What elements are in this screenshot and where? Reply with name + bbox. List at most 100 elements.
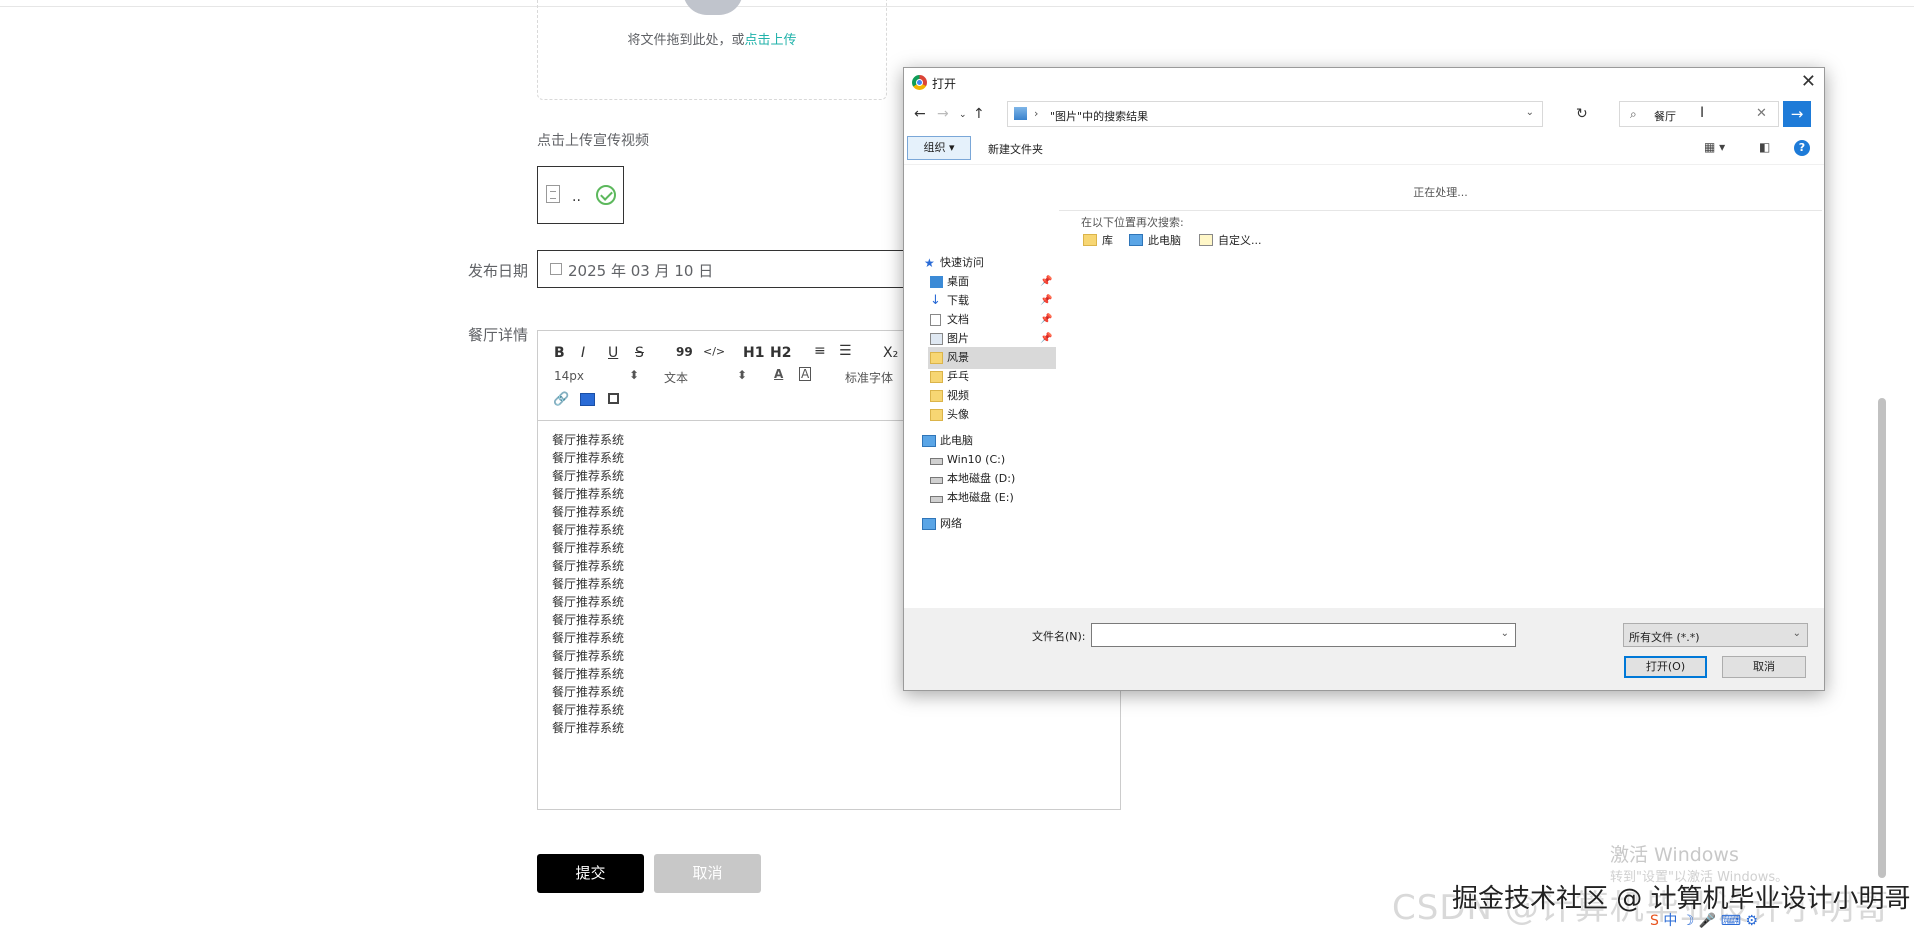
computer-icon bbox=[1129, 234, 1143, 246]
refresh-icon[interactable]: ↻ bbox=[1576, 106, 1588, 122]
desktop-icon bbox=[930, 276, 943, 288]
chevron-down-icon[interactable]: ⌄ bbox=[1501, 628, 1509, 639]
dialog-titlebar: 打开 ✕ bbox=[904, 68, 1824, 98]
preview-pane-icon[interactable]: ◧ bbox=[1759, 140, 1770, 154]
microphone-icon[interactable]: 🎤 bbox=[1699, 913, 1716, 929]
code-button[interactable]: </> bbox=[703, 345, 725, 358]
h1-button[interactable]: H1 bbox=[743, 345, 764, 361]
windows-drive-icon bbox=[930, 458, 943, 465]
video-file-card[interactable]: .. bbox=[537, 166, 624, 224]
search-input[interactable]: ⌕ 餐厅 I ✕ bbox=[1619, 101, 1779, 127]
close-icon[interactable]: ✕ bbox=[1801, 71, 1816, 92]
navigation-pane: ★ 快速访问 桌面 📌 ↓ 下载 📌 文档 📌 图片 📌 风景 乒乓 视频 头像… bbox=[904, 168, 1057, 668]
dialog-title: 打开 bbox=[932, 77, 957, 91]
chevron-down-icon: ⌄ bbox=[1792, 628, 1801, 639]
editor-line: 餐厅推荐系统 bbox=[552, 451, 625, 465]
nav-drive-e[interactable]: 本地磁盘 (E:) bbox=[928, 487, 1078, 509]
file-name: .. bbox=[572, 189, 581, 205]
nav-label: 本地磁盘 (E:) bbox=[947, 491, 1014, 504]
calendar-icon bbox=[550, 263, 562, 275]
help-icon[interactable]: ? bbox=[1794, 140, 1810, 156]
clear-search-icon[interactable]: ✕ bbox=[1756, 106, 1767, 121]
ordered-list-button[interactable]: ≡ bbox=[814, 343, 826, 359]
pictures-icon bbox=[930, 333, 943, 345]
italic-button[interactable]: I bbox=[581, 345, 585, 361]
quote-button[interactable]: 99 bbox=[676, 345, 693, 359]
cancel-button[interactable]: 取消 bbox=[654, 854, 761, 893]
new-folder-button[interactable]: 新建文件夹 bbox=[988, 141, 1043, 157]
editor-line: 餐厅推荐系统 bbox=[552, 631, 625, 645]
upload-link[interactable]: 点击上传 bbox=[745, 33, 797, 48]
file-open-dialog: 打开 ✕ ← → ⌄ ↑ › "图片"中的搜索结果 ⌄ ↻ ⌕ 餐厅 I ✕ →… bbox=[903, 67, 1825, 691]
underline-button[interactable]: U bbox=[608, 345, 618, 361]
forward-arrow-icon[interactable]: → bbox=[937, 106, 949, 122]
font-color-icon[interactable]: A bbox=[774, 367, 783, 381]
star-icon: ★ bbox=[924, 256, 935, 270]
upload-dropzone[interactable]: 将文件拖到此处，或点击上传 bbox=[537, 0, 887, 100]
filename-input[interactable]: ⌄ bbox=[1091, 623, 1516, 647]
drive-icon bbox=[930, 477, 943, 484]
font-family-select[interactable]: 标准字体 bbox=[845, 369, 893, 386]
editor-line: 餐厅推荐系统 bbox=[552, 649, 625, 663]
editor-line: 餐厅推荐系统 bbox=[552, 505, 625, 519]
ime-icon[interactable]: S bbox=[1650, 913, 1659, 929]
file-list-area[interactable]: 正在处理... 在以下位置再次搜索: 库 此电脑 自定义... bbox=[1059, 168, 1822, 668]
view-options-icon[interactable]: ▦ ▾ bbox=[1704, 140, 1725, 154]
submit-button[interactable]: 提交 bbox=[537, 854, 644, 893]
chinese-input-icon[interactable]: 中 bbox=[1663, 913, 1677, 929]
location-label: 库 bbox=[1102, 234, 1113, 247]
search-again-label: 在以下位置再次搜索: bbox=[1081, 216, 1184, 229]
keyboard-icon[interactable]: ⌨ bbox=[1721, 913, 1741, 929]
organize-button[interactable]: 组织 ▾ bbox=[907, 136, 971, 160]
check-circle-icon bbox=[596, 185, 616, 205]
search-go-button[interactable]: → bbox=[1783, 101, 1811, 127]
library-icon bbox=[1014, 107, 1027, 120]
location-label: 此电脑 bbox=[1148, 234, 1181, 247]
paragraph-select[interactable]: 文本 bbox=[664, 369, 688, 386]
address-bar[interactable]: › "图片"中的搜索结果 ⌄ bbox=[1007, 101, 1543, 127]
recent-dropdown-icon[interactable]: ⌄ bbox=[959, 110, 967, 120]
chevron-down-icon[interactable]: ⌄ bbox=[1526, 107, 1534, 118]
folder-icon bbox=[930, 352, 943, 364]
nav-folder-avatar[interactable]: 头像 bbox=[928, 404, 1078, 426]
nav-network[interactable]: 网络 bbox=[922, 513, 1072, 535]
moon-icon[interactable]: ☽ bbox=[1682, 913, 1695, 929]
editor-line: 餐厅推荐系统 bbox=[552, 613, 625, 627]
bullet-list-button[interactable]: ☰ bbox=[839, 343, 852, 359]
system-tray[interactable]: S 中 ☽ 🎤 ⌨ ⚙ bbox=[1650, 910, 1890, 934]
video-icon[interactable] bbox=[608, 393, 619, 404]
editor-line: 餐厅推荐系统 bbox=[552, 433, 625, 447]
editor-line: 餐厅推荐系统 bbox=[552, 559, 625, 573]
background-color-icon[interactable]: A bbox=[799, 367, 812, 381]
font-size-select[interactable]: 14px bbox=[554, 369, 584, 383]
library-folder-icon bbox=[1083, 234, 1097, 246]
paragraph-arrows-icon: ⬍ bbox=[737, 368, 748, 382]
open-button[interactable]: 打开(O) bbox=[1624, 656, 1707, 678]
settings-icon[interactable]: ⚙ bbox=[1745, 913, 1758, 929]
link-icon[interactable]: 🔗 bbox=[553, 392, 569, 407]
search-icon: ⌕ bbox=[1630, 107, 1637, 121]
back-arrow-icon[interactable]: ← bbox=[914, 106, 926, 122]
filetype-select[interactable]: 所有文件 (*.*) ⌄ bbox=[1623, 623, 1808, 647]
editor-line: 餐厅推荐系统 bbox=[552, 667, 625, 681]
editor-content[interactable]: 餐厅推荐系统 餐厅推荐系统 餐厅推荐系统 餐厅推荐系统 餐厅推荐系统 餐厅推荐系统 餐厅推荐… bbox=[552, 431, 624, 737]
editor-line: 餐厅推荐系统 bbox=[552, 721, 625, 735]
detail-label: 餐厅详情 bbox=[467, 326, 528, 344]
address-path: "图片"中的搜索结果 bbox=[1050, 110, 1149, 123]
strike-button[interactable]: S bbox=[635, 345, 644, 361]
document-icon bbox=[930, 314, 941, 326]
page-scrollbar[interactable] bbox=[1878, 398, 1886, 878]
nav-label: 网络 bbox=[940, 517, 962, 530]
bold-button[interactable]: B bbox=[554, 345, 565, 361]
image-icon[interactable] bbox=[580, 393, 595, 406]
nav-label: 头像 bbox=[947, 408, 969, 421]
up-arrow-icon[interactable]: ↑ bbox=[973, 106, 985, 122]
dialog-footer: 文件名(N): ⌄ 所有文件 (*.*) ⌄ 打开(O) 取消 bbox=[904, 608, 1824, 690]
h2-button[interactable]: H2 bbox=[770, 345, 791, 361]
location-label: 自定义... bbox=[1218, 234, 1262, 247]
subscript-button[interactable]: X₂ bbox=[883, 345, 898, 361]
date-picker-input[interactable]: 2025 年 03 月 10 日 bbox=[537, 250, 907, 288]
address-row: ← → ⌄ ↑ › "图片"中的搜索结果 ⌄ ↻ ⌕ 餐厅 I ✕ → bbox=[904, 100, 1824, 130]
command-bar: 组织 ▾ 新建文件夹 ▦ ▾ ◧ ? bbox=[904, 134, 1824, 165]
dialog-cancel-button[interactable]: 取消 bbox=[1722, 656, 1806, 678]
